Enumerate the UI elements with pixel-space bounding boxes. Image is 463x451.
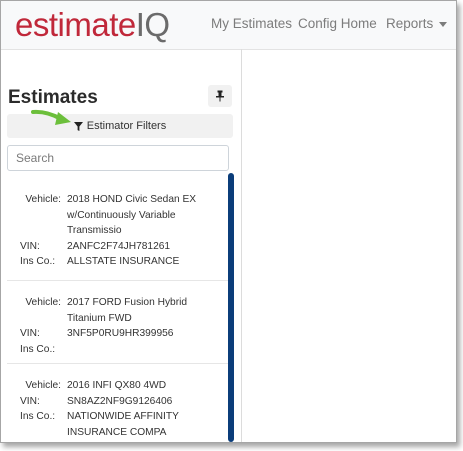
ins-row: Ins Co.: ALLSTATE INSURANCE xyxy=(7,254,229,270)
vehicle-value: 2016 INFI QX80 4WD xyxy=(67,380,167,391)
vin-value: 2ANFC2F74JH781261 xyxy=(67,240,171,252)
nav-reports[interactable]: Reports xyxy=(386,16,448,31)
vin-row: VIN: SN8AZ2NF9G9126406 xyxy=(7,394,229,410)
estimates-panel: Estimates Estimator Filters Vehicle: xyxy=(1,49,242,442)
navbar: estimateIQ My Estimates Config Home Repo… xyxy=(1,1,456,50)
brand-name: estimate xyxy=(15,6,136,43)
pin-icon xyxy=(216,90,224,102)
ins-value: ALLSTATE INSURANCE xyxy=(67,256,180,267)
list-scrollbar[interactable] xyxy=(228,173,234,442)
filter-icon xyxy=(73,121,83,131)
estimates-list[interactable]: Vehicle: 2018 HOND Civic Sedan EX w/Cont… xyxy=(7,177,229,442)
vehicle-label: Vehicle: xyxy=(25,194,61,205)
vehicle-label: Vehicle: xyxy=(25,297,61,308)
nav-my-estimates[interactable]: My Estimates xyxy=(211,16,292,31)
vehicle-value: 2018 HOND Civic Sedan EX w/Continuously … xyxy=(67,194,197,236)
caret-down-icon xyxy=(439,21,448,27)
vin-row: VIN: 2ANFC2F74JH781261 xyxy=(7,239,229,255)
ins-label: Ins Co.: xyxy=(20,256,56,267)
panel-title: Estimates xyxy=(8,87,98,108)
vehicle-value: 2017 FORD Fusion Hybrid Titanium FWD xyxy=(67,297,188,324)
vehicle-row: Vehicle: 2017 FORD Fusion Hybrid Titaniu… xyxy=(7,295,229,326)
vin-row: VIN: 3NF5P0RU9HR399956 xyxy=(7,326,229,342)
vin-label: VIN: xyxy=(20,240,40,252)
vehicle-row: Vehicle: 2018 HOND Civic Sedan EX w/Cont… xyxy=(7,192,229,239)
vin-label: VIN: xyxy=(20,328,40,339)
ins-row: Ins Co.: NATIONWIDE AFFINITY INSURANCE C… xyxy=(7,409,229,440)
search-input[interactable] xyxy=(7,145,229,171)
nav-reports-label: Reports xyxy=(386,16,434,31)
vehicle-row: Vehicle: 2016 INFI QX80 4WD xyxy=(7,378,229,394)
pin-button[interactable] xyxy=(208,85,232,107)
brand-suffix: IQ xyxy=(135,6,170,43)
ins-label: Ins Co.: xyxy=(20,411,56,422)
nav-config-home[interactable]: Config Home xyxy=(298,16,377,31)
vin-label: VIN: xyxy=(20,395,40,407)
estimator-filters-label: Estimator Filters xyxy=(86,120,167,132)
green-arrow-icon xyxy=(31,109,71,125)
ins-label: Ins Co.: xyxy=(20,343,56,355)
ins-value: NATIONWIDE AFFINITY INSURANCE COMPA xyxy=(67,411,179,438)
vehicle-label: Vehicle: xyxy=(25,380,61,391)
ins-value xyxy=(61,342,217,358)
app-window: estimateIQ My Estimates Config Home Repo… xyxy=(0,0,457,443)
ins-row: Ins Co.: xyxy=(7,342,229,358)
estimate-card[interactable]: Vehicle: 2017 FORD Fusion Hybrid Titaniu… xyxy=(7,281,229,364)
vin-value: SN8AZ2NF9G9126406 xyxy=(67,395,173,407)
brand-logo[interactable]: estimateIQ xyxy=(15,6,170,44)
estimate-card[interactable]: Vehicle: 2018 HOND Civic Sedan EX w/Cont… xyxy=(7,177,229,281)
vin-value: 3NF5P0RU9HR399956 xyxy=(67,328,174,339)
estimate-card[interactable]: Vehicle: 2016 INFI QX80 4WD VIN: SN8AZ2N… xyxy=(7,364,229,442)
